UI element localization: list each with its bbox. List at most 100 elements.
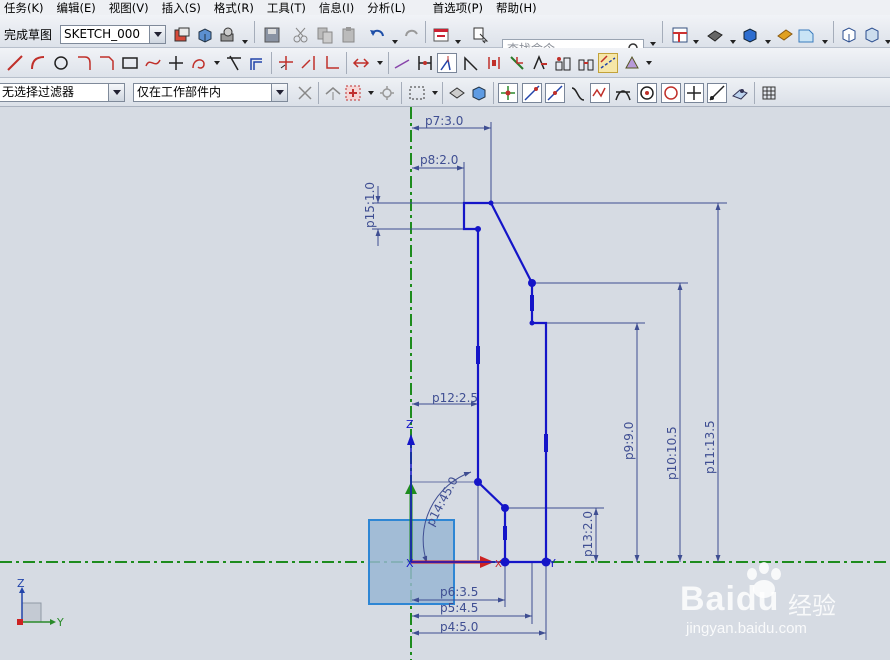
animate-dimension-icon[interactable] bbox=[577, 54, 595, 72]
conic-icon[interactable] bbox=[190, 54, 208, 72]
line-icon[interactable] bbox=[6, 54, 24, 72]
chevron-down-icon[interactable] bbox=[765, 40, 771, 44]
window-icon[interactable] bbox=[432, 26, 450, 44]
reattach-icon[interactable] bbox=[196, 26, 214, 44]
general-selection-icon[interactable] bbox=[296, 84, 314, 102]
chevron-down-icon[interactable] bbox=[646, 61, 652, 65]
arc-center-snap-icon[interactable] bbox=[637, 83, 657, 103]
menu-task[interactable]: 任务(K) bbox=[4, 1, 44, 15]
dimension-p8[interactable]: p8:2.0 bbox=[420, 153, 458, 167]
menu-tools[interactable]: 工具(T) bbox=[267, 1, 306, 15]
select-region-icon[interactable] bbox=[344, 84, 362, 102]
view-triad[interactable]: Z Y bbox=[17, 577, 64, 629]
intersection-snap-icon[interactable] bbox=[614, 84, 632, 102]
make-corner-icon[interactable] bbox=[323, 54, 341, 72]
render-style-icon[interactable] bbox=[706, 26, 724, 44]
dimension-p15[interactable]: p15:1.0 bbox=[363, 182, 377, 228]
quick-trim-icon[interactable] bbox=[277, 54, 295, 72]
alternate-solution-icon[interactable] bbox=[623, 54, 641, 72]
shaded-cube-icon[interactable] bbox=[741, 26, 759, 44]
point-icon[interactable] bbox=[167, 54, 185, 72]
menu-information[interactable]: 信息(I) bbox=[319, 1, 354, 15]
chevron-down-icon[interactable] bbox=[108, 84, 124, 101]
dimension-p7[interactable]: p7:3.0 bbox=[425, 114, 463, 128]
make-symmetric-icon[interactable] bbox=[485, 54, 503, 72]
select-feature-icon[interactable] bbox=[324, 84, 342, 102]
copy-icon[interactable] bbox=[316, 26, 334, 44]
dimension-p4[interactable]: p4:5.0 bbox=[440, 620, 478, 634]
view-section-icon[interactable] bbox=[863, 26, 881, 44]
chevron-down-icon[interactable] bbox=[822, 40, 828, 44]
display-sketch-constraints-icon[interactable] bbox=[554, 54, 572, 72]
circle-icon[interactable] bbox=[52, 54, 70, 72]
auto-constrain-icon[interactable] bbox=[531, 54, 549, 72]
dimension-p5[interactable]: p5:4.5 bbox=[440, 601, 478, 615]
arc-icon[interactable] bbox=[29, 54, 47, 72]
type-filter-select[interactable]: 无选择过滤器 bbox=[0, 83, 125, 102]
chevron-down-icon[interactable] bbox=[392, 40, 398, 44]
redo-icon[interactable] bbox=[403, 26, 421, 44]
chevron-down-icon[interactable] bbox=[377, 61, 383, 65]
studio-spline-icon[interactable] bbox=[144, 54, 162, 72]
undo-icon[interactable] bbox=[368, 26, 386, 44]
chevron-down-icon[interactable] bbox=[650, 42, 656, 46]
menu-insert[interactable]: 插入(S) bbox=[162, 1, 201, 15]
chevron-down-icon[interactable] bbox=[455, 40, 461, 44]
chevron-down-icon[interactable] bbox=[271, 84, 287, 101]
layer-icon[interactable] bbox=[776, 26, 794, 44]
layout-icon[interactable] bbox=[671, 26, 689, 44]
menu-format[interactable]: 格式(R) bbox=[214, 1, 254, 15]
midpoint-snap-icon[interactable] bbox=[522, 83, 542, 103]
scope-filter-select[interactable]: 仅在工作部件内 bbox=[133, 83, 288, 102]
rapid-dimension-icon[interactable] bbox=[416, 54, 434, 72]
dimension-p11[interactable]: p11:13.5 bbox=[703, 420, 717, 474]
point-on-face-icon[interactable] bbox=[731, 84, 749, 102]
bounded-grid-point-icon[interactable] bbox=[707, 83, 727, 103]
finish-sketch-button[interactable]: 完成草图 bbox=[4, 26, 52, 43]
rectangle-icon[interactable] bbox=[121, 54, 139, 72]
chevron-down-icon[interactable] bbox=[149, 26, 165, 43]
command-finder-icon[interactable] bbox=[472, 26, 490, 44]
fillet-icon[interactable] bbox=[75, 54, 93, 72]
endpoint-snap-icon[interactable] bbox=[498, 83, 518, 103]
move-layer-icon[interactable] bbox=[797, 26, 815, 44]
dimension-p13[interactable]: p13:2.0 bbox=[581, 511, 595, 557]
dimension-p6[interactable]: p6:3.5 bbox=[440, 585, 478, 599]
menu-edit[interactable]: 编辑(E) bbox=[57, 1, 96, 15]
chevron-down-icon[interactable] bbox=[885, 40, 890, 44]
geometric-constraint-icon[interactable] bbox=[462, 54, 480, 72]
dimension-p9[interactable]: p9:9.0 bbox=[622, 422, 636, 460]
dimension-p10[interactable]: p10:10.5 bbox=[665, 426, 679, 480]
chevron-down-icon[interactable] bbox=[432, 91, 438, 95]
continuous-auto-dimension-icon[interactable] bbox=[437, 53, 457, 73]
orient-view-icon[interactable] bbox=[173, 26, 191, 44]
fit-curve-icon[interactable] bbox=[393, 54, 411, 72]
chevron-down-icon[interactable] bbox=[214, 61, 220, 65]
chamfer-icon[interactable] bbox=[98, 54, 116, 72]
chevron-down-icon[interactable] bbox=[242, 40, 248, 44]
convert-reference-icon[interactable] bbox=[598, 53, 618, 73]
menu-view[interactable]: 视图(V) bbox=[109, 1, 149, 15]
dimension-p12[interactable]: p12:2.5 bbox=[432, 391, 478, 405]
face-selection-icon[interactable] bbox=[448, 84, 466, 102]
rectangle-select-icon[interactable] bbox=[408, 84, 426, 102]
cut-icon[interactable] bbox=[292, 26, 310, 44]
offset-curve-icon[interactable] bbox=[248, 54, 266, 72]
point-on-curve-icon[interactable] bbox=[569, 84, 587, 102]
sketch-vertices[interactable] bbox=[474, 200, 551, 567]
show-sketch-constraints-icon[interactable] bbox=[508, 54, 526, 72]
grid-snap-icon[interactable] bbox=[760, 84, 778, 102]
menu-preferences[interactable]: 首选项(P) bbox=[433, 1, 483, 15]
menu-help[interactable]: 帮助(H) bbox=[496, 1, 537, 15]
point-on-surface-icon[interactable] bbox=[684, 83, 704, 103]
quadrant-snap-icon[interactable] bbox=[661, 83, 681, 103]
chevron-down-icon[interactable] bbox=[730, 40, 736, 44]
chevron-down-icon[interactable] bbox=[368, 91, 374, 95]
body-selection-icon[interactable] bbox=[470, 84, 488, 102]
control-point-icon[interactable] bbox=[545, 83, 565, 103]
menu-analysis[interactable]: 分析(L) bbox=[367, 1, 405, 15]
save-icon[interactable] bbox=[263, 26, 281, 44]
quick-extend-icon[interactable] bbox=[300, 54, 318, 72]
chevron-down-icon[interactable] bbox=[693, 40, 699, 44]
view-orient-icon[interactable] bbox=[840, 26, 858, 44]
